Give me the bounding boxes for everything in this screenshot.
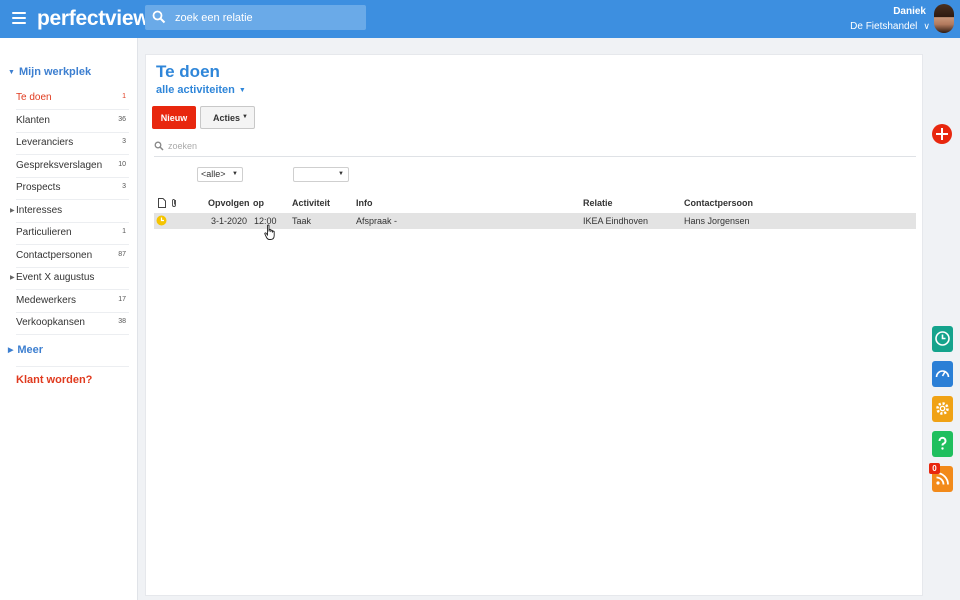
cell-opvolgen: 3-1-2020 [211,216,248,226]
sidebar-section-header[interactable]: ▼ Mijn werkplek [8,66,91,78]
search-icon [152,10,166,24]
type-select[interactable]: <alle> ▼ [197,167,243,182]
sidebar-item-klanten[interactable]: Klanten 36 [16,111,129,133]
sidebar-item-label: Event X augustus [16,272,95,283]
search-icon [154,141,164,151]
col-relatie[interactable]: Relatie [583,198,613,208]
company-label: De Fietshandel [850,21,918,32]
chevron-down-icon: ∨ [923,21,930,31]
sidebar-item-label: Particulieren [16,227,72,238]
sidebar-item-count: 3 [122,138,126,145]
cell-info: Afspraak - [356,216,398,226]
caret-down-icon: ▼ [338,171,344,177]
avatar[interactable] [934,4,954,33]
actions-button[interactable]: Acties ▼ [200,106,255,129]
sidebar-item-count: 87 [118,250,126,258]
sidebar-item-count: 17 [118,295,126,303]
cell-relatie[interactable]: IKEA Eindhoven [583,216,648,226]
history-icon[interactable] [932,326,953,352]
sidebar-item-label: Interesses [16,204,63,216]
triangle-right-icon[interactable]: ▶ [10,207,15,214]
sidebar-item-label: Leveranciers [16,137,74,148]
become-customer-link[interactable]: Klant worden? [16,374,92,386]
triangle-right-icon: ▶ [8,347,14,354]
sidebar-item-count: 38 [118,318,126,325]
divider [16,366,129,367]
sidebar-item-count: 1 [122,228,126,235]
col-op[interactable]: op [253,198,264,208]
sidebar-item-count: 10 [118,160,126,168]
page-title: Te doen [156,62,220,81]
more-label: Meer [17,344,44,356]
sidebar-item-label: Contactpersonen [16,249,93,261]
main-panel: Te doen alle activiteiten ▼ Nieuw Acties ▼… [145,54,923,596]
status-select[interactable]: ▼ [293,167,349,182]
sidebar-item-label: Klanten [16,114,50,126]
help-icon[interactable] [932,431,953,457]
caret-down-icon: ▼ [238,87,246,94]
sidebar-item-particulieren[interactable]: Particulieren 1 [16,223,129,245]
sidebar-item-count: 3 [122,183,126,190]
app-logo[interactable]: perfectview [37,7,150,31]
sidebar-more[interactable]: ▶ Meer [8,344,43,356]
sidebar-item-label: Verkoopkansen [16,317,85,328]
table-header: Opvolgen op Activiteit Info Relatie Cont… [154,198,916,212]
triangle-down-icon: ▼ [8,69,15,76]
paperclip-icon [172,199,176,207]
sidebar-item-verkoopkansen[interactable]: Verkoopkansen 38 [16,313,129,335]
search-input[interactable] [175,5,360,30]
list-search[interactable] [154,139,916,157]
user-company[interactable]: De Fietshandel ∨ [850,21,930,32]
sidebar-item-prospects[interactable]: Prospects 3 [16,178,129,200]
col-contactpersoon[interactable]: Contactpersoon [684,198,753,208]
document-icon [158,198,166,208]
relation-search[interactable] [145,5,366,30]
sidebar-item-leveranciers[interactable]: Leveranciers 3 [16,133,129,155]
settings-icon[interactable] [932,396,953,422]
section-title: Mijn werkplek [18,66,92,78]
triangle-right-icon[interactable]: ▶ [10,274,15,281]
sidebar-item-count: 36 [118,115,126,123]
sidebar-item-label: Prospects [16,182,61,193]
sidebar-item-event-x-augustus[interactable]: ▶ Event X augustus [10,268,129,290]
actions-label: Acties [213,112,241,123]
sidebar-item-medewerkers[interactable]: Medewerkers 17 [16,291,129,313]
user-name[interactable]: Daniek [893,6,926,17]
sidebar-item-label: Te doen [16,92,52,103]
hand-cursor-icon [264,224,275,240]
dashboard-icon[interactable] [932,361,953,387]
activity-filter[interactable]: alle activiteiten ▼ [156,84,246,96]
col-activiteit[interactable]: Activiteit [292,198,330,208]
col-opvolgen[interactable]: Opvolgen [208,198,250,208]
sidebar-item-label: Medewerkers [16,294,77,306]
list-search-input[interactable] [168,139,468,153]
cell-activiteit: Taak [292,216,312,226]
sidebar-item-label: Gespreksverslagen [16,159,103,171]
clock-icon [156,215,167,226]
caret-down-icon: ▼ [232,171,238,177]
caret-down-icon: ▼ [242,114,248,120]
sidebar-item-te-doen[interactable]: Te doen 1 [16,88,129,110]
new-button[interactable]: Nieuw [152,106,196,129]
top-bar: perfectview Daniek De Fietshandel ∨ [0,0,960,38]
cell-contactpersoon[interactable]: Hans Jorgensen [684,216,750,226]
sidebar: ▼ Mijn werkplek Te doen 1 Klanten 36 Leveranc… [0,38,138,600]
sidebar-item-count: 1 [122,93,126,100]
sidebar-item-gespreksverslagen[interactable]: Gespreksverslagen 10 [16,156,129,178]
sidebar-item-interesses[interactable]: ▶ Interesses [10,201,129,223]
notification-badge: 0 [929,463,940,474]
col-info[interactable]: Info [356,198,373,208]
sidebar-item-contactpersonen[interactable]: Contactpersonen 87 [16,246,129,268]
add-icon[interactable] [932,124,952,144]
menu-icon[interactable] [12,12,26,24]
type-select-value: <alle> [201,169,226,179]
filter-label: alle activiteiten [156,84,235,96]
